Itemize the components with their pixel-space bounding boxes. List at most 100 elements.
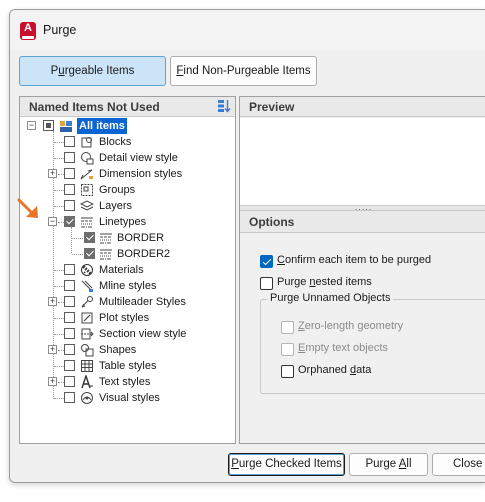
dimension-styles-icon: [80, 169, 93, 180]
table-styles-icon: [81, 360, 93, 372]
detail-view-style-icon: [81, 152, 94, 165]
tree-item-border[interactable]: BORDER: [20, 230, 235, 246]
mline-styles-checkbox[interactable]: [64, 280, 75, 291]
tree-item-table-styles[interactable]: Table styles: [20, 358, 235, 374]
border2-checkbox[interactable]: [84, 248, 95, 259]
tree-item-detail-view-style[interactable]: Detail view style: [20, 150, 235, 166]
linetypes-icon: [81, 217, 93, 228]
dimension-styles-checkbox[interactable]: [64, 168, 75, 179]
tree-item-label: Text styles: [99, 376, 151, 388]
find-non-purgeable-items-button[interactable]: Find Non-Purgeable Items: [170, 56, 317, 86]
tree-root-row[interactable]: − All items: [20, 118, 235, 134]
all-items-label[interactable]: All items: [77, 118, 127, 134]
groups-checkbox[interactable]: [64, 184, 75, 195]
confirm-each-item-checkbox[interactable]: [260, 255, 273, 268]
expand-icon[interactable]: +: [48, 345, 57, 354]
collapse-icon[interactable]: −: [27, 121, 36, 130]
expand-icon[interactable]: +: [48, 377, 57, 386]
all-items-checkbox[interactable]: [43, 120, 54, 131]
purge-checked-items-button[interactable]: Purge Checked Items: [228, 453, 345, 476]
purge-dialog: A Purge Purgeable Items Find Non-Purgeab…: [9, 9, 485, 483]
window-title: Purge: [43, 23, 77, 37]
tree-item-visual-styles[interactable]: Visual styles: [20, 390, 235, 406]
tree-item-label: Linetypes: [99, 216, 147, 228]
purge-nested-items-label[interactable]: Purge nested items: [277, 276, 372, 288]
layers-checkbox[interactable]: [64, 200, 75, 211]
close-button[interactable]: Close: [432, 453, 485, 476]
purge-all-button[interactable]: Purge All: [349, 453, 428, 476]
tree-item-linetypes[interactable]: − Linetypes: [20, 214, 235, 230]
tree-item-multileader-styles[interactable]: + Multileader Styles: [20, 294, 235, 310]
named-items-header-label: Named Items Not Used: [29, 100, 160, 114]
section-view-style-icon: [81, 328, 94, 340]
linetype-icon: [100, 233, 112, 244]
options-header: Options: [240, 211, 485, 233]
linetypes-checkbox[interactable]: [64, 216, 75, 227]
tree-item-groups[interactable]: Groups: [20, 182, 235, 198]
named-items-panel: Named Items Not Used − All items Blocks …: [19, 96, 236, 444]
tree-item-label: Visual styles: [99, 392, 160, 404]
materials-icon: [81, 264, 93, 276]
tree-item-label: Multileader Styles: [99, 296, 186, 308]
table-styles-checkbox[interactable]: [64, 360, 75, 371]
text-styles-checkbox[interactable]: [64, 376, 75, 387]
tree-item-label: Layers: [99, 200, 133, 212]
title-bar[interactable]: A Purge: [10, 10, 485, 50]
tree-item-section-view-style[interactable]: Section view style: [20, 326, 235, 342]
shapes-icon: [81, 344, 94, 357]
plot-styles-checkbox[interactable]: [64, 312, 75, 323]
callout-arrow-icon: [17, 198, 38, 218]
tree-item-label: Blocks: [99, 136, 132, 148]
visual-styles-icon: [81, 392, 93, 404]
visual-styles-checkbox[interactable]: [64, 392, 75, 403]
groups-icon: [81, 184, 93, 196]
detail-view-style-checkbox[interactable]: [64, 152, 75, 163]
tree-item-blocks[interactable]: Blocks: [20, 134, 235, 150]
all-items-icon: [60, 121, 72, 132]
zero-length-geometry-checkbox[interactable]: [281, 321, 294, 334]
empty-text-objects-checkbox[interactable]: [281, 343, 294, 356]
blocks-icon: [81, 137, 92, 148]
collapse-icon[interactable]: −: [48, 217, 57, 226]
tree-item-label: Groups: [99, 184, 136, 196]
tree-item-label: BORDER: [117, 232, 165, 244]
confirm-each-item-label[interactable]: Confirm each item to be purged: [277, 254, 431, 266]
expand-icon[interactable]: +: [48, 297, 57, 306]
tree-item-materials[interactable]: Materials: [20, 262, 235, 278]
materials-checkbox[interactable]: [64, 264, 75, 275]
shapes-checkbox[interactable]: [64, 344, 75, 355]
tree-item-label: Plot styles: [99, 312, 150, 324]
orphaned-data-checkbox[interactable]: [281, 365, 294, 378]
tree-item-label: Table styles: [99, 360, 157, 372]
tree-item-label: BORDER2: [117, 248, 171, 260]
right-panel: Preview ..... Options Confirm each item …: [239, 96, 485, 444]
blocks-checkbox[interactable]: [64, 136, 75, 147]
expand-icon[interactable]: +: [48, 169, 57, 178]
tree-item-border2[interactable]: BORDER2: [20, 246, 235, 262]
layers-icon: [80, 200, 94, 211]
autocad-icon: A: [20, 22, 36, 40]
tree-item-mline-styles[interactable]: Mline styles: [20, 278, 235, 294]
tree-item-plot-styles[interactable]: Plot styles: [20, 310, 235, 326]
section-view-style-checkbox[interactable]: [64, 328, 75, 339]
border-checkbox[interactable]: [84, 232, 95, 243]
tree-item-dimension-styles[interactable]: + Dimension styles: [20, 166, 235, 182]
tree-item-label: Detail view style: [99, 152, 178, 164]
multileader-styles-icon: [81, 296, 93, 308]
purge-nested-items-checkbox[interactable]: [260, 277, 273, 290]
purgeable-items-button[interactable]: Purgeable Items: [19, 56, 166, 86]
tree-item-label: Shapes: [99, 344, 137, 356]
multileader-styles-checkbox[interactable]: [64, 296, 75, 307]
tree-item-label: Section view style: [99, 328, 187, 340]
preview-header: Preview: [240, 97, 485, 117]
plot-styles-icon: [81, 312, 93, 324]
tree-item-text-styles[interactable]: + Text styles: [20, 374, 235, 390]
preview-area: [240, 118, 485, 205]
tree-item-shapes[interactable]: + Shapes: [20, 342, 235, 358]
text-styles-icon: [81, 375, 93, 389]
tree-item-layers[interactable]: Layers: [20, 198, 235, 214]
orphaned-data-label[interactable]: Orphaned data: [298, 364, 371, 376]
tree-item-label: Dimension styles: [99, 168, 183, 180]
zero-length-geometry-label: Zero-length geometry: [298, 320, 404, 332]
sort-icon[interactable]: [217, 99, 231, 113]
